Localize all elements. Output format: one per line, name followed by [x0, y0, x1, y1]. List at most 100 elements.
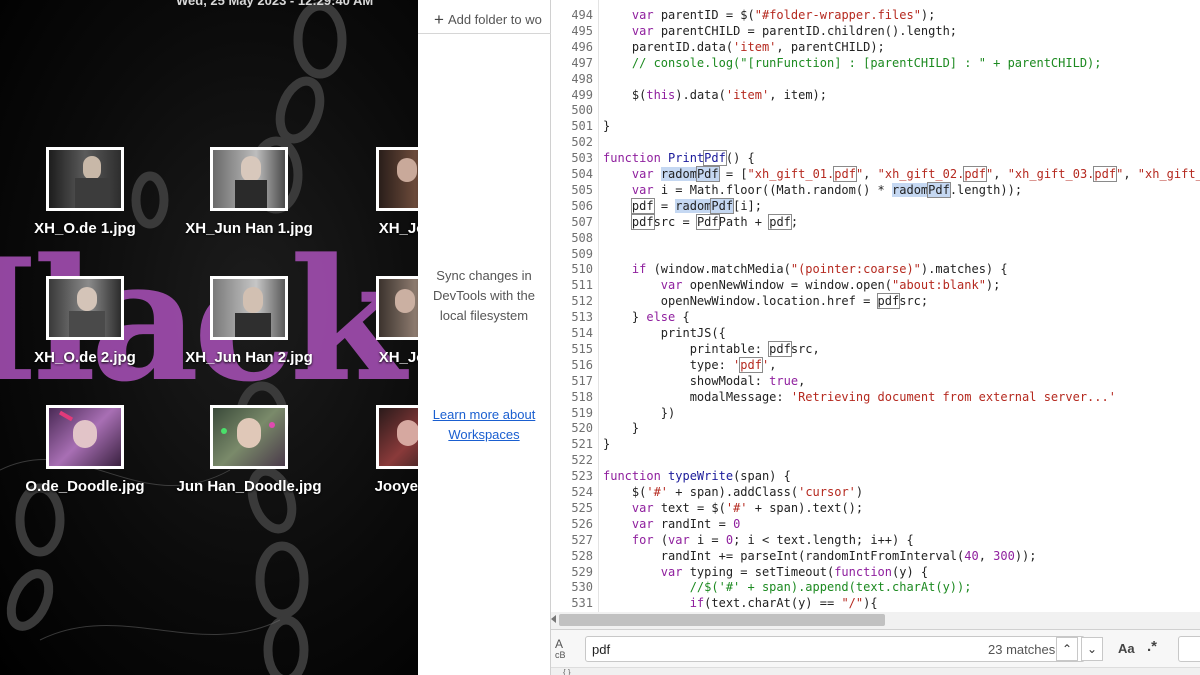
line-number: 514 [571, 326, 593, 340]
file-icon-xh-jun-han-1[interactable]: XH_Jun Han 1.jpg [164, 147, 334, 237]
code-line[interactable]: 511 var openNewWindow = window.open("abo… [551, 277, 1200, 293]
code-line[interactable]: 510 if (window.matchMedia("(pointer:coar… [551, 261, 1200, 277]
code-text: showModal: true, [603, 373, 806, 388]
code-text: printJS({ [603, 326, 726, 340]
horizontal-scrollbar-thumb[interactable] [559, 614, 885, 626]
image-thumbnail [210, 405, 288, 469]
code-text: pdfsrc = PdfPath + pdf; [630, 213, 799, 230]
file-name: Jun Han_Doodle.jpg [176, 478, 322, 495]
add-folder-button[interactable]: + Add folder to wo [418, 0, 551, 34]
code-line[interactable]: 529 var typing = setTimeout(function(y) … [551, 564, 1200, 580]
image-thumbnail [46, 405, 124, 469]
code-line[interactable]: 528 randInt += parseInt(randomIntFromInt… [551, 548, 1200, 564]
code-text: } [603, 437, 611, 452]
code-text: if(text.charAt(y) == "/"){ [689, 596, 878, 611]
code-line[interactable]: 518 modalMessage: 'Retrieving document f… [551, 389, 1200, 405]
line-number: 495 [571, 23, 593, 38]
code-line[interactable]: 509 [551, 246, 1200, 262]
match-case-button[interactable]: Aa [1118, 641, 1135, 656]
file-icon-xh-jooyeon-1[interactable]: XH_Jooye [330, 147, 418, 237]
file-icon-jun-han-doodle[interactable]: Jun Han_Doodle.jpg [164, 405, 334, 495]
code-text: function typeWrite(span) { [603, 469, 791, 484]
code-text: } [603, 119, 611, 134]
line-number: 519 [571, 405, 593, 420]
code-line[interactable]: 506 pdf = radomPdf[i]; [551, 197, 1200, 214]
image-thumbnail [210, 276, 288, 340]
code-line[interactable]: 500 [551, 102, 1200, 118]
code-line[interactable]: 522 [551, 452, 1200, 468]
line-number: 531 [571, 596, 593, 611]
code-editor[interactable]: 494 var parentID = $("#folder-wrapper.fi… [551, 0, 1200, 675]
code-line[interactable]: 527 for (var i = 0; i < text.length; i++… [551, 532, 1200, 548]
desktop-background: Wed, 25 May 2023 - 12:29:40 AM Ilack XH_… [0, 0, 418, 675]
image-thumbnail [376, 276, 418, 340]
code-line[interactable]: 503 function PrintPdf() { [551, 150, 1200, 167]
line-number: 504 [571, 167, 593, 181]
file-icon-xh-ode-1[interactable]: XH_O.de 1.jpg [0, 147, 170, 237]
code-line[interactable]: 524 $('#' + span).addClass('cursor') [551, 484, 1200, 500]
code-line[interactable]: 501} [551, 118, 1200, 134]
file-icon-xh-ode-2[interactable]: XH_O.de 2.jpg [0, 276, 170, 366]
plus-icon: + [434, 10, 444, 29]
line-number: 508 [571, 230, 593, 245]
code-line[interactable]: 508 [551, 230, 1200, 246]
line-number: 498 [571, 71, 593, 86]
line-number: 496 [571, 39, 593, 54]
code-line[interactable]: 499 $(this).data('item', item); [551, 87, 1200, 103]
desktop-clock: Wed, 25 May 2023 - 12:29:40 AM [176, 0, 374, 8]
code-line[interactable]: 525 var text = $('#' + span).text(); [551, 500, 1200, 516]
code-line[interactable]: 497 // console.log("[runFunction] : [par… [551, 55, 1200, 71]
file-icon-xh-jooyeon-2[interactable]: XH_Jooye [330, 276, 418, 366]
file-name: XH_Jooye [378, 349, 418, 366]
code-line[interactable]: 507 pdfsrc = PdfPath + pdf; [551, 213, 1200, 230]
chevron-up-icon[interactable]: ⌃ [1056, 637, 1078, 661]
code-line[interactable]: 523 function typeWrite(span) { [551, 468, 1200, 484]
code-line[interactable]: 495 var parentCHILD = parentID.children(… [551, 23, 1200, 39]
code-line[interactable]: 504 var radomPdf = ["xh_gift_01.pdf", "x… [551, 166, 1200, 182]
line-number: 501 [571, 119, 593, 134]
code-line[interactable]: 496 parentID.data('item', parentCHILD); [551, 39, 1200, 55]
code-text: var randInt = 0 [631, 516, 741, 531]
braces-icon[interactable]: { } [563, 668, 571, 675]
code-line[interactable]: 514 printJS({ [551, 325, 1200, 341]
line-number: 512 [571, 294, 593, 309]
file-icon-jooyeon-doodle[interactable]: Jooyeon_D [330, 405, 418, 495]
file-icon-ode-doodle[interactable]: O.de_Doodle.jpg [0, 405, 170, 495]
line-number: 497 [571, 55, 593, 70]
code-line[interactable]: 494 var parentID = $("#folder-wrapper.fi… [551, 7, 1200, 23]
code-text: openNewWindow.location.href = pdfsrc; [603, 293, 929, 310]
file-name: XH_O.de 1.jpg [34, 220, 136, 237]
code-line[interactable]: 498 [551, 71, 1200, 87]
code-area[interactable]: 494 var parentID = $("#folder-wrapper.fi… [551, 0, 1200, 612]
file-icon-xh-jun-han-2[interactable]: XH_Jun Han 2.jpg [164, 276, 334, 366]
code-line[interactable]: 526 var randInt = 0 [551, 516, 1200, 532]
code-line[interactable]: 515 printable: pdfsrc, [551, 340, 1200, 357]
line-number: 513 [571, 310, 593, 325]
regex-button[interactable]: .* [1147, 638, 1157, 655]
learn-more-workspaces-link[interactable]: Learn more about Workspaces [424, 405, 544, 445]
code-line[interactable]: 513 } else { [551, 309, 1200, 325]
code-line[interactable]: 520 } [551, 420, 1200, 436]
code-text: for (var i = 0; i < text.length; i++) { [631, 532, 914, 547]
code-line[interactable]: 505 var i = Math.floor((Math.random() * … [551, 181, 1200, 198]
chevron-down-icon[interactable]: ⌄ [1081, 637, 1103, 661]
file-name: O.de_Doodle.jpg [25, 478, 145, 495]
scroll-left-arrow-icon[interactable] [551, 615, 556, 623]
code-line[interactable]: 516 type: 'pdf', [551, 356, 1200, 373]
code-text: // console.log("[runFunction] : [parentC… [631, 55, 1102, 70]
code-line[interactable]: 521} [551, 436, 1200, 452]
line-number: 510 [571, 262, 593, 277]
code-line[interactable]: 530 //$('#' + span).append(text.charAt(y… [551, 579, 1200, 595]
code-line[interactable]: 531 if(text.charAt(y) == "/"){ [551, 595, 1200, 611]
code-line[interactable]: 519 }) [551, 405, 1200, 421]
replace-toggle-icon[interactable]: AcB [555, 638, 566, 660]
code-line[interactable]: 517 showModal: true, [551, 373, 1200, 389]
code-line[interactable]: 502 [551, 134, 1200, 150]
code-text: randInt += parseInt(randomIntFromInterva… [603, 548, 1037, 563]
line-number: 505 [571, 182, 593, 197]
find-options-button[interactable] [1178, 636, 1200, 662]
code-line[interactable]: 512 openNewWindow.location.href = pdfsrc… [551, 293, 1200, 310]
file-name: XH_Jun Han 1.jpg [185, 220, 313, 237]
line-number: 507 [571, 214, 593, 229]
code-text: pdf = radomPdf[i]; [630, 197, 762, 214]
